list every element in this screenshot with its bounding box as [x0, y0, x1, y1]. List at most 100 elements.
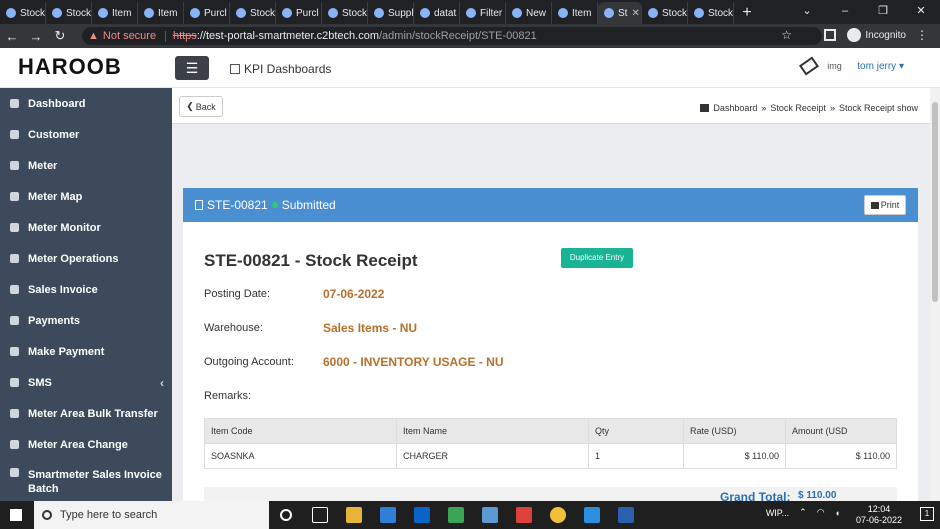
browser-tab[interactable]: Item	[552, 2, 598, 24]
back-button[interactable]: ❮ Back	[179, 96, 223, 117]
sidebar-item-meter[interactable]: Meter	[0, 150, 172, 181]
cell-qty: 1	[588, 443, 684, 469]
haroob-logo[interactable]: HAROOB	[18, 54, 122, 80]
browser-tab[interactable]: Filter	[460, 2, 506, 24]
user-menu[interactable]: tom jerry ▾	[857, 61, 904, 72]
user-name: tom jerry	[857, 60, 897, 72]
main-content: ❮ Back Dashboard » Stock Receipt » Stock…	[172, 88, 940, 501]
col-item-code: Item Code	[204, 418, 397, 444]
browser-tab[interactable]: Stock	[46, 2, 92, 24]
scrollbar-thumb[interactable]	[932, 102, 938, 302]
kpi-dashboards-link[interactable]: KPI Dashboards	[230, 62, 331, 76]
chevron-left-icon: ❮	[186, 101, 194, 111]
ticket-icon[interactable]	[799, 56, 820, 76]
forward-arrow-icon[interactable]: →	[24, 29, 48, 44]
browser-tab[interactable]: Stock	[230, 2, 276, 24]
browser-tab[interactable]: Stock	[688, 2, 734, 24]
tab-favicon-icon	[6, 8, 16, 18]
side-panel-icon[interactable]	[824, 29, 836, 41]
app-icon[interactable]	[448, 507, 464, 523]
table-header-row: Item Code Item Name Qty Rate (USD) Amoun…	[204, 418, 897, 444]
menu-item-icon	[10, 161, 19, 170]
network-icon[interactable]: ◠	[817, 507, 825, 518]
hamburger-menu-button[interactable]: ☰	[175, 56, 209, 80]
breadcrumb-separator: »	[761, 103, 767, 113]
sidebar-item-dashboard[interactable]: Dashboard	[0, 88, 172, 119]
sidebar-item-sales-invoice[interactable]: Sales Invoice	[0, 274, 172, 305]
anydesk-icon[interactable]	[516, 507, 532, 523]
grand-total-row: Grand Total: $ 110.00	[204, 487, 897, 501]
task-view-icon[interactable]	[312, 507, 328, 523]
page-scrollbar[interactable]	[930, 88, 940, 501]
sidebar-item-meter-monitor[interactable]: Meter Monitor	[0, 212, 172, 243]
url-path: /admin/stockReceipt/STE-00821	[378, 30, 537, 42]
chevron-down-icon[interactable]: ⌄	[788, 0, 826, 24]
tab-label: Stock	[66, 7, 92, 19]
chevron-left-icon: ‹	[160, 375, 164, 390]
vscode-icon[interactable]	[584, 507, 600, 523]
incognito-indicator[interactable]: Incognito	[847, 28, 906, 42]
tab-favicon-icon	[466, 8, 476, 18]
browser-tab[interactable]: St ✕	[598, 2, 642, 24]
restore-button[interactable]: ❐	[864, 0, 902, 24]
url-field[interactable]: ▲ Not secure | https ://test-portal-smar…	[82, 27, 822, 45]
browser-tab[interactable]: Stock	[642, 2, 688, 24]
sidebar-item-meter-operations[interactable]: Meter Operations	[0, 243, 172, 274]
tab-favicon-icon	[190, 8, 200, 18]
sidebar-item-meter-area-change[interactable]: Meter Area Change	[0, 429, 172, 460]
word-icon[interactable]	[618, 507, 634, 523]
browser-tab[interactable]: Purcl	[184, 2, 230, 24]
breadcrumb-stock-receipt[interactable]: Stock Receipt	[770, 103, 826, 113]
sidebar-item-payments[interactable]: Payments	[0, 305, 172, 336]
tab-label: Stock	[708, 7, 734, 19]
taskbar-clock[interactable]: 12:04 07-06-2022	[856, 504, 902, 526]
notes-icon[interactable]	[482, 507, 498, 523]
tab-favicon-icon	[604, 8, 614, 18]
sidebar-item-make-payment[interactable]: Make Payment	[0, 336, 172, 367]
url-host: ://test-portal-smartmeter.c2btech.com	[196, 30, 379, 42]
volume-icon[interactable]: ◖	[835, 508, 840, 518]
minimize-button[interactable]: –	[826, 0, 864, 24]
cortana-icon[interactable]	[280, 509, 292, 521]
avatar: img	[827, 61, 842, 71]
warehouse-label: Warehouse:	[204, 322, 263, 334]
sidebar-item-sms[interactable]: SMS ‹	[0, 367, 172, 398]
sidebar-item-meter-map[interactable]: Meter Map	[0, 181, 172, 212]
browser-tab[interactable]: Stock	[0, 2, 46, 24]
browser-tab[interactable]: Item	[138, 2, 184, 24]
close-tab-icon[interactable]: ✕	[631, 8, 639, 19]
tray-app-label[interactable]: WIP...	[766, 508, 789, 518]
posting-date-label: Posting Date:	[204, 288, 271, 300]
url-scheme: https	[172, 30, 197, 42]
duplicate-entry-button[interactable]: Duplicate Entry	[561, 248, 633, 268]
browser-tab[interactable]: Stock	[322, 2, 368, 24]
chevron-up-icon[interactable]: ⌃	[799, 507, 807, 518]
browser-tab[interactable]: datat	[414, 2, 460, 24]
browser-tab[interactable]: Purcl	[276, 2, 322, 24]
breadcrumb-dashboard[interactable]: Dashboard	[713, 103, 757, 113]
tab-favicon-icon	[512, 8, 522, 18]
browser-menu-icon[interactable]: ⋮	[916, 28, 928, 42]
close-window-button[interactable]: ✕	[902, 0, 940, 24]
back-arrow-icon[interactable]: ←	[0, 29, 24, 44]
taskbar-search[interactable]: Type here to search	[34, 501, 269, 529]
warehouse-value: Sales Items - NU	[323, 321, 418, 335]
sidebar-item-smartmeter-sales-invoice-batch[interactable]: Smartmeter Sales Invoice Batch	[0, 460, 172, 500]
new-tab-button[interactable]: +	[734, 2, 760, 24]
reload-icon[interactable]: ↻	[48, 28, 72, 44]
windows-start-icon[interactable]	[10, 509, 22, 521]
system-tray: WIP... ⌃ ◠ ◖	[766, 507, 840, 518]
notification-icon[interactable]: 1	[920, 507, 934, 521]
browser-tab[interactable]: New	[506, 2, 552, 24]
bookmark-star-icon[interactable]: ☆	[781, 28, 792, 42]
file-explorer-icon[interactable]	[346, 507, 362, 523]
browser-tab[interactable]: Suppl	[368, 2, 414, 24]
sidebar-item-meter-area-bulk-transfer[interactable]: Meter Area Bulk Transfer	[0, 398, 172, 429]
store-icon[interactable]	[380, 507, 396, 523]
print-button[interactable]: Print	[864, 195, 906, 215]
browser-tab[interactable]: Item	[92, 2, 138, 24]
col-item-name: Item Name	[396, 418, 589, 444]
chrome-icon[interactable]	[550, 507, 566, 523]
mail-icon[interactable]	[414, 507, 430, 523]
sidebar-item-customer[interactable]: Customer	[0, 119, 172, 150]
